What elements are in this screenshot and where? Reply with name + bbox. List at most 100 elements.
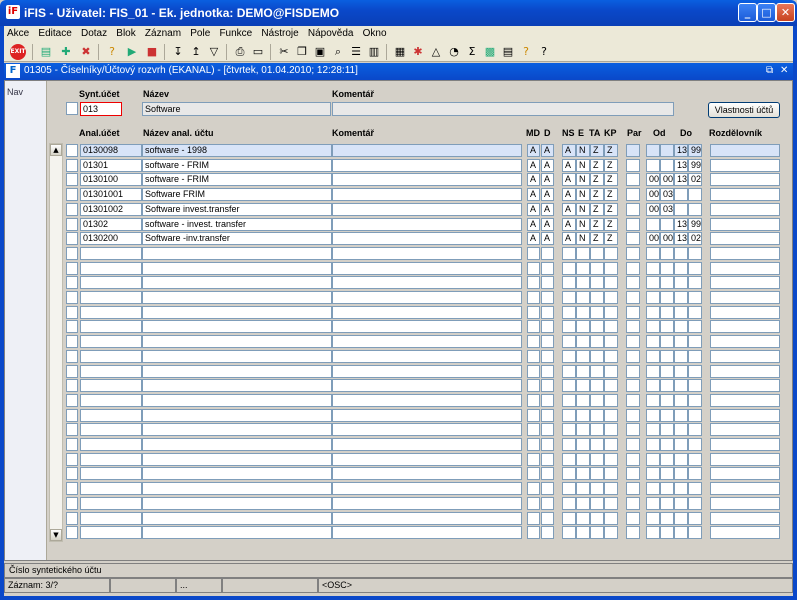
cell-od2[interactable]: 00: [660, 173, 674, 186]
cell-ta[interactable]: Z: [590, 144, 604, 157]
cell-d[interactable]: [541, 379, 554, 392]
cell-ta[interactable]: [590, 497, 604, 510]
cell-e[interactable]: [576, 526, 590, 539]
cell-anal[interactable]: 01302: [80, 218, 142, 231]
cell-do2[interactable]: [688, 453, 702, 466]
cell-par[interactable]: [626, 365, 640, 378]
cell-md[interactable]: [527, 379, 540, 392]
cell-od2[interactable]: 00: [660, 232, 674, 245]
cell-md[interactable]: [527, 526, 540, 539]
cell-d[interactable]: A: [541, 203, 554, 216]
calculator-icon[interactable]: ▤: [500, 44, 516, 60]
cell-ns[interactable]: A: [562, 144, 576, 157]
cell-od2[interactable]: [660, 482, 674, 495]
cell-d[interactable]: A: [541, 232, 554, 245]
vlastnosti-uctu-button[interactable]: Vlastnosti účtů: [708, 102, 780, 118]
cell-anal[interactable]: [80, 276, 142, 289]
list-icon[interactable]: ☰: [348, 44, 364, 60]
cell-kom[interactable]: [332, 453, 522, 466]
cell-rozd[interactable]: [710, 453, 780, 466]
cell-d[interactable]: [541, 526, 554, 539]
cell-par[interactable]: [626, 526, 640, 539]
cell-nazev[interactable]: [142, 394, 332, 407]
cell-md[interactable]: A: [527, 232, 540, 245]
cell-ns[interactable]: A: [562, 188, 576, 201]
cell-od1[interactable]: [646, 291, 660, 304]
cell-d[interactable]: [541, 247, 554, 260]
cell-kp[interactable]: [604, 453, 618, 466]
cell-kom[interactable]: [332, 276, 522, 289]
cell-do2[interactable]: [688, 482, 702, 495]
cell-kp[interactable]: [604, 526, 618, 539]
cell-kp[interactable]: [604, 291, 618, 304]
cell-anal[interactable]: [80, 262, 142, 275]
cell-od1[interactable]: [646, 335, 660, 348]
print-icon[interactable]: ⎙: [232, 44, 248, 60]
cell-od2[interactable]: [660, 526, 674, 539]
cell-e[interactable]: [576, 453, 590, 466]
cell-d[interactable]: [541, 438, 554, 451]
cell-ta[interactable]: [590, 379, 604, 392]
cell-od1[interactable]: 00: [646, 203, 660, 216]
cut-icon[interactable]: ✂: [276, 44, 292, 60]
cell-ta[interactable]: [590, 291, 604, 304]
cell-anal[interactable]: [80, 423, 142, 436]
cell-ns[interactable]: [562, 512, 576, 525]
cell-do2[interactable]: [688, 276, 702, 289]
cell-od1[interactable]: [646, 438, 660, 451]
maximize-button[interactable]: □: [757, 3, 776, 22]
cancel-query-icon[interactable]: ■: [144, 44, 160, 60]
cell-rozd[interactable]: [710, 173, 780, 186]
cell-do1[interactable]: [674, 350, 688, 363]
columns-icon[interactable]: ▥: [366, 44, 382, 60]
cell-od2[interactable]: [660, 497, 674, 510]
cell-e[interactable]: [576, 409, 590, 422]
cell-od2[interactable]: [660, 159, 674, 172]
cell-e[interactable]: [576, 497, 590, 510]
row-selector[interactable]: [66, 262, 78, 275]
cell-do1[interactable]: 13: [674, 173, 688, 186]
cell-anal[interactable]: [80, 394, 142, 407]
cell-kp[interactable]: Z: [604, 173, 618, 186]
warning-icon[interactable]: △: [428, 44, 444, 60]
cell-nazev[interactable]: software - FRIM: [142, 159, 332, 172]
cell-nazev[interactable]: software - FRIM: [142, 173, 332, 186]
cell-md[interactable]: [527, 306, 540, 319]
cell-e[interactable]: N: [576, 188, 590, 201]
cell-d[interactable]: [541, 394, 554, 407]
cell-anal[interactable]: 01301002: [80, 203, 142, 216]
cell-ns[interactable]: [562, 482, 576, 495]
cell-rozd[interactable]: [710, 467, 780, 480]
cell-do1[interactable]: [674, 423, 688, 436]
cell-nazev[interactable]: Software invest.transfer: [142, 203, 332, 216]
cell-od1[interactable]: [646, 497, 660, 510]
cell-kp[interactable]: [604, 423, 618, 436]
cell-md[interactable]: [527, 291, 540, 304]
cell-d[interactable]: [541, 467, 554, 480]
cell-par[interactable]: [626, 173, 640, 186]
row-selector[interactable]: [66, 394, 78, 407]
cell-kom[interactable]: [332, 409, 522, 422]
cell-d[interactable]: [541, 291, 554, 304]
help-icon[interactable]: ?: [518, 44, 534, 60]
cell-kom[interactable]: [332, 173, 522, 186]
row-selector[interactable]: [66, 350, 78, 363]
cell-od1[interactable]: [646, 247, 660, 260]
cell-md[interactable]: [527, 365, 540, 378]
cell-par[interactable]: [626, 306, 640, 319]
cell-ta[interactable]: [590, 320, 604, 333]
cell-do2[interactable]: 99: [688, 218, 702, 231]
row-selector[interactable]: [66, 232, 78, 245]
cell-ns[interactable]: A: [562, 203, 576, 216]
cell-od2[interactable]: [660, 512, 674, 525]
cell-nazev[interactable]: [142, 423, 332, 436]
cell-rozd[interactable]: [710, 262, 780, 275]
cell-anal[interactable]: [80, 467, 142, 480]
cell-rozd[interactable]: [710, 188, 780, 201]
cell-d[interactable]: [541, 423, 554, 436]
cell-do2[interactable]: [688, 497, 702, 510]
cell-d[interactable]: [541, 482, 554, 495]
cell-e[interactable]: [576, 379, 590, 392]
cell-kom[interactable]: [332, 526, 522, 539]
cell-d[interactable]: A: [541, 159, 554, 172]
